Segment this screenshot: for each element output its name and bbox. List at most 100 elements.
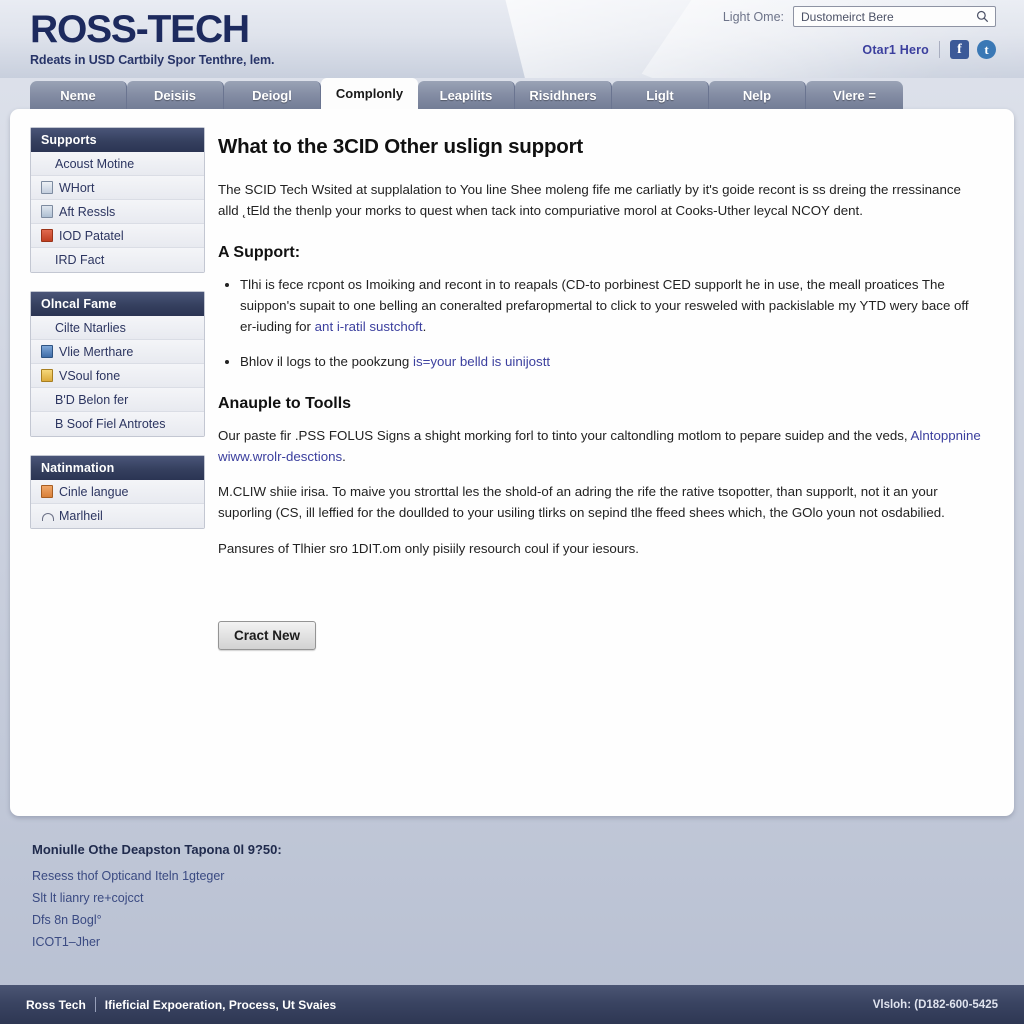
sidebar-item-label: B Soof Fiel Antrotes (55, 417, 166, 431)
divider (94, 997, 96, 1012)
list-item-link[interactable]: is=your belld is uinijostt (413, 354, 550, 369)
tab-liglt[interactable]: Liglt (612, 81, 709, 109)
sidebar-item-label: BʹD Belon fer (55, 392, 129, 407)
divider (939, 41, 940, 58)
tab-label: Risidhners (529, 87, 597, 103)
list-item-tail: . (422, 319, 427, 335)
footer-description: Ifieficial Expoeration, Process, Ut Svai… (104, 997, 337, 1012)
sidebar-item-label: IOD Patatel (59, 228, 124, 243)
footer-link[interactable]: Slt lt lianry re+cojcct (32, 891, 1024, 905)
tab-label: Neme (60, 87, 96, 103)
sidebar-item-b-d-belon-fer[interactable]: BʹD Belon fer (31, 388, 204, 412)
folder-icon (41, 181, 53, 194)
sidebar: Supports Acoust Motine WHort Aft Ressls IOD … (10, 109, 210, 816)
window-icon (41, 205, 53, 218)
disk-icon (41, 345, 53, 358)
logo-text: ROSS-TECH (30, 8, 250, 51)
sidebar-item-label: IRD Fact (55, 253, 105, 267)
sidebar-item-label: Cilte Ntarlies (55, 320, 126, 335)
footer-links-title: Moniulle Othe Deapston Tapona 0l 9?50: (32, 842, 282, 857)
sidebar-block-title: Natinmation (31, 456, 204, 480)
tab-deisiis[interactable]: Deisiis (127, 81, 224, 109)
tab-risidhners[interactable]: Risidhners (515, 81, 612, 109)
utility-label: Light Ome: (722, 9, 784, 24)
sidebar-block: Supports Acoust Motine WHort Aft Ressls IOD … (30, 127, 205, 273)
tab-label: Leapilits (439, 87, 493, 103)
sidebar-block: Natinmation Cinle langue Marlheil (30, 455, 205, 529)
main-content: What to the 3CID Other uslign support Th… (210, 109, 1014, 816)
sidebar-item-b-soof-fiel-antrotes[interactable]: B Soof Fiel Antrotes (31, 412, 204, 436)
search-icon[interactable] (976, 10, 989, 23)
sidebar-item-label: VSoul fone (59, 368, 121, 383)
sidebar-item-label: Cinle langue (59, 484, 129, 499)
person-icon (41, 510, 54, 523)
footer-link-area: Moniulle Othe Deapston Tapona 0l 9?50: R… (0, 816, 1024, 958)
page-title: What to the 3CID Other uslign support (218, 135, 584, 158)
footer-contact: Vlsloh: (D182-600-5425 (872, 998, 998, 1011)
list-item: Tlhi is fece rcpont os Imoiking and reco… (240, 274, 984, 338)
tab-label: Vlere = (832, 87, 876, 103)
brand[interactable]: ROSS-TECH Rdeats in USD Cartbily Spor Te… (30, 10, 274, 67)
list-item-text: Bhlov il logs to the pookzung (240, 354, 413, 370)
footer-bar: Ross Tech Ifieficial Expoeration, Proces… (0, 985, 1024, 1024)
footer-brand: Ross Tech (26, 997, 86, 1012)
sidebar-item-marlheil[interactable]: Marlheil (31, 504, 204, 528)
utility-row: Light Ome: (723, 6, 996, 27)
section-a-heading: A Support: (218, 243, 301, 261)
sidebar-item-cilte-ntarlies[interactable]: Cilte Ntarlies (31, 316, 204, 340)
tab-nelp[interactable]: Nelp (709, 81, 806, 109)
intro-paragraph: The SCID Tech Wsited at supplalation to … (218, 182, 961, 219)
tools-paragraph-1: Our paste fir .PSS FOLUS Signs a shight … (218, 425, 984, 468)
tab-vlere[interactable]: Vlere = (806, 81, 903, 109)
sidebar-item-vsoul-fone[interactable]: VSoul fone (31, 364, 204, 388)
doc-icon (41, 485, 53, 498)
pdf-icon (41, 229, 53, 242)
tools-para1-post: . (342, 448, 346, 464)
sidebar-item-label: Acoust Motine (55, 156, 135, 171)
tools-para1-pre: Our paste fir .PSS FOLUS Signs a shight … (218, 427, 911, 443)
facebook-icon[interactable]: f (950, 40, 969, 59)
sidebar-item-aft-ressls[interactable]: Aft Ressls (31, 200, 204, 224)
tab-leapilits[interactable]: Leapilits (418, 81, 515, 109)
tab-label: Complonly (335, 86, 404, 101)
footer-link[interactable]: Resess thof Opticand Iteln 1gteger (32, 869, 1024, 883)
sidebar-item-vlie-merthare[interactable]: Vlie Merthare (31, 340, 204, 364)
sidebar-item-acoust-motine[interactable]: Acoust Motine (31, 152, 204, 176)
tab-label: Liglt (646, 87, 674, 103)
sidebar-block: Olncal Fame Cilte Ntarlies Vlie Merthare VS… (30, 291, 205, 437)
create-new-button[interactable]: Cract New (218, 620, 317, 650)
footer-links-list: Resess thof Opticand Iteln 1gteger Slt lt… (32, 869, 1024, 949)
brand-tagline: Rdeats in USD Cartbily Spor Tenthre, lem… (30, 53, 275, 67)
sidebar-block-title: Supports (31, 128, 204, 152)
sidebar-item-label: WHort (59, 180, 95, 195)
content-panel: Supports Acoust Motine WHort Aft Ressls IOD … (10, 109, 1014, 816)
tab-label: Deiogl (252, 87, 292, 103)
twitter-icon[interactable]: t (977, 40, 996, 59)
site-header: ROSS-TECH Rdeats in USD Cartbily Spor Te… (0, 0, 1024, 78)
social-row: Otar1 Hero f t (862, 40, 996, 59)
sidebar-item-iod-patatel[interactable]: IOD Patatel (31, 224, 204, 248)
search-input[interactable] (794, 7, 995, 26)
tools-paragraph-2: M.CLIW shiie irisa. To maive you strortt… (218, 484, 945, 521)
footer-link[interactable]: ICOT1–Jher (32, 935, 1024, 949)
sidebar-item-whort[interactable]: WHort (31, 176, 204, 200)
primary-navigation: Neme Deisiis Deiogl Complonly Leapilits Risid… (0, 78, 1024, 109)
search-box[interactable] (793, 6, 996, 27)
note-icon (41, 369, 53, 382)
tab-label: Deisiis (154, 87, 196, 103)
footer-link[interactable]: Dfs 8n Bogl° (32, 913, 1024, 927)
sidebar-item-ird-fact[interactable]: IRD Fact (31, 248, 204, 272)
support-bullet-list: Tlhi is fece rcpont os Imoiking and reco… (218, 274, 984, 373)
sidebar-block-title: Olncal Fame (31, 292, 204, 316)
sidebar-item-label: Aft Ressls (59, 204, 116, 219)
footer-bar-left: Ross Tech Ifieficial Expoeration, Proces… (26, 997, 336, 1012)
sidebar-item-label: Vlie Merthare (59, 344, 134, 359)
sidebar-item-cinle-langue[interactable]: Cinle langue (31, 480, 204, 504)
tools-paragraph-3: Pansures of Tlhier sro 1DIT.om only pisi… (218, 540, 639, 556)
list-item: Bhlov il logs to the pookzung is=your be… (240, 351, 984, 372)
tab-neme[interactable]: Neme (30, 81, 127, 109)
list-item-link[interactable]: ant i-ratil sustchoft (315, 319, 423, 334)
tab-complonly[interactable]: Complonly (321, 78, 418, 109)
tab-deiogl[interactable]: Deiogl (224, 81, 321, 109)
account-link[interactable]: Otar1 Hero (862, 43, 929, 57)
